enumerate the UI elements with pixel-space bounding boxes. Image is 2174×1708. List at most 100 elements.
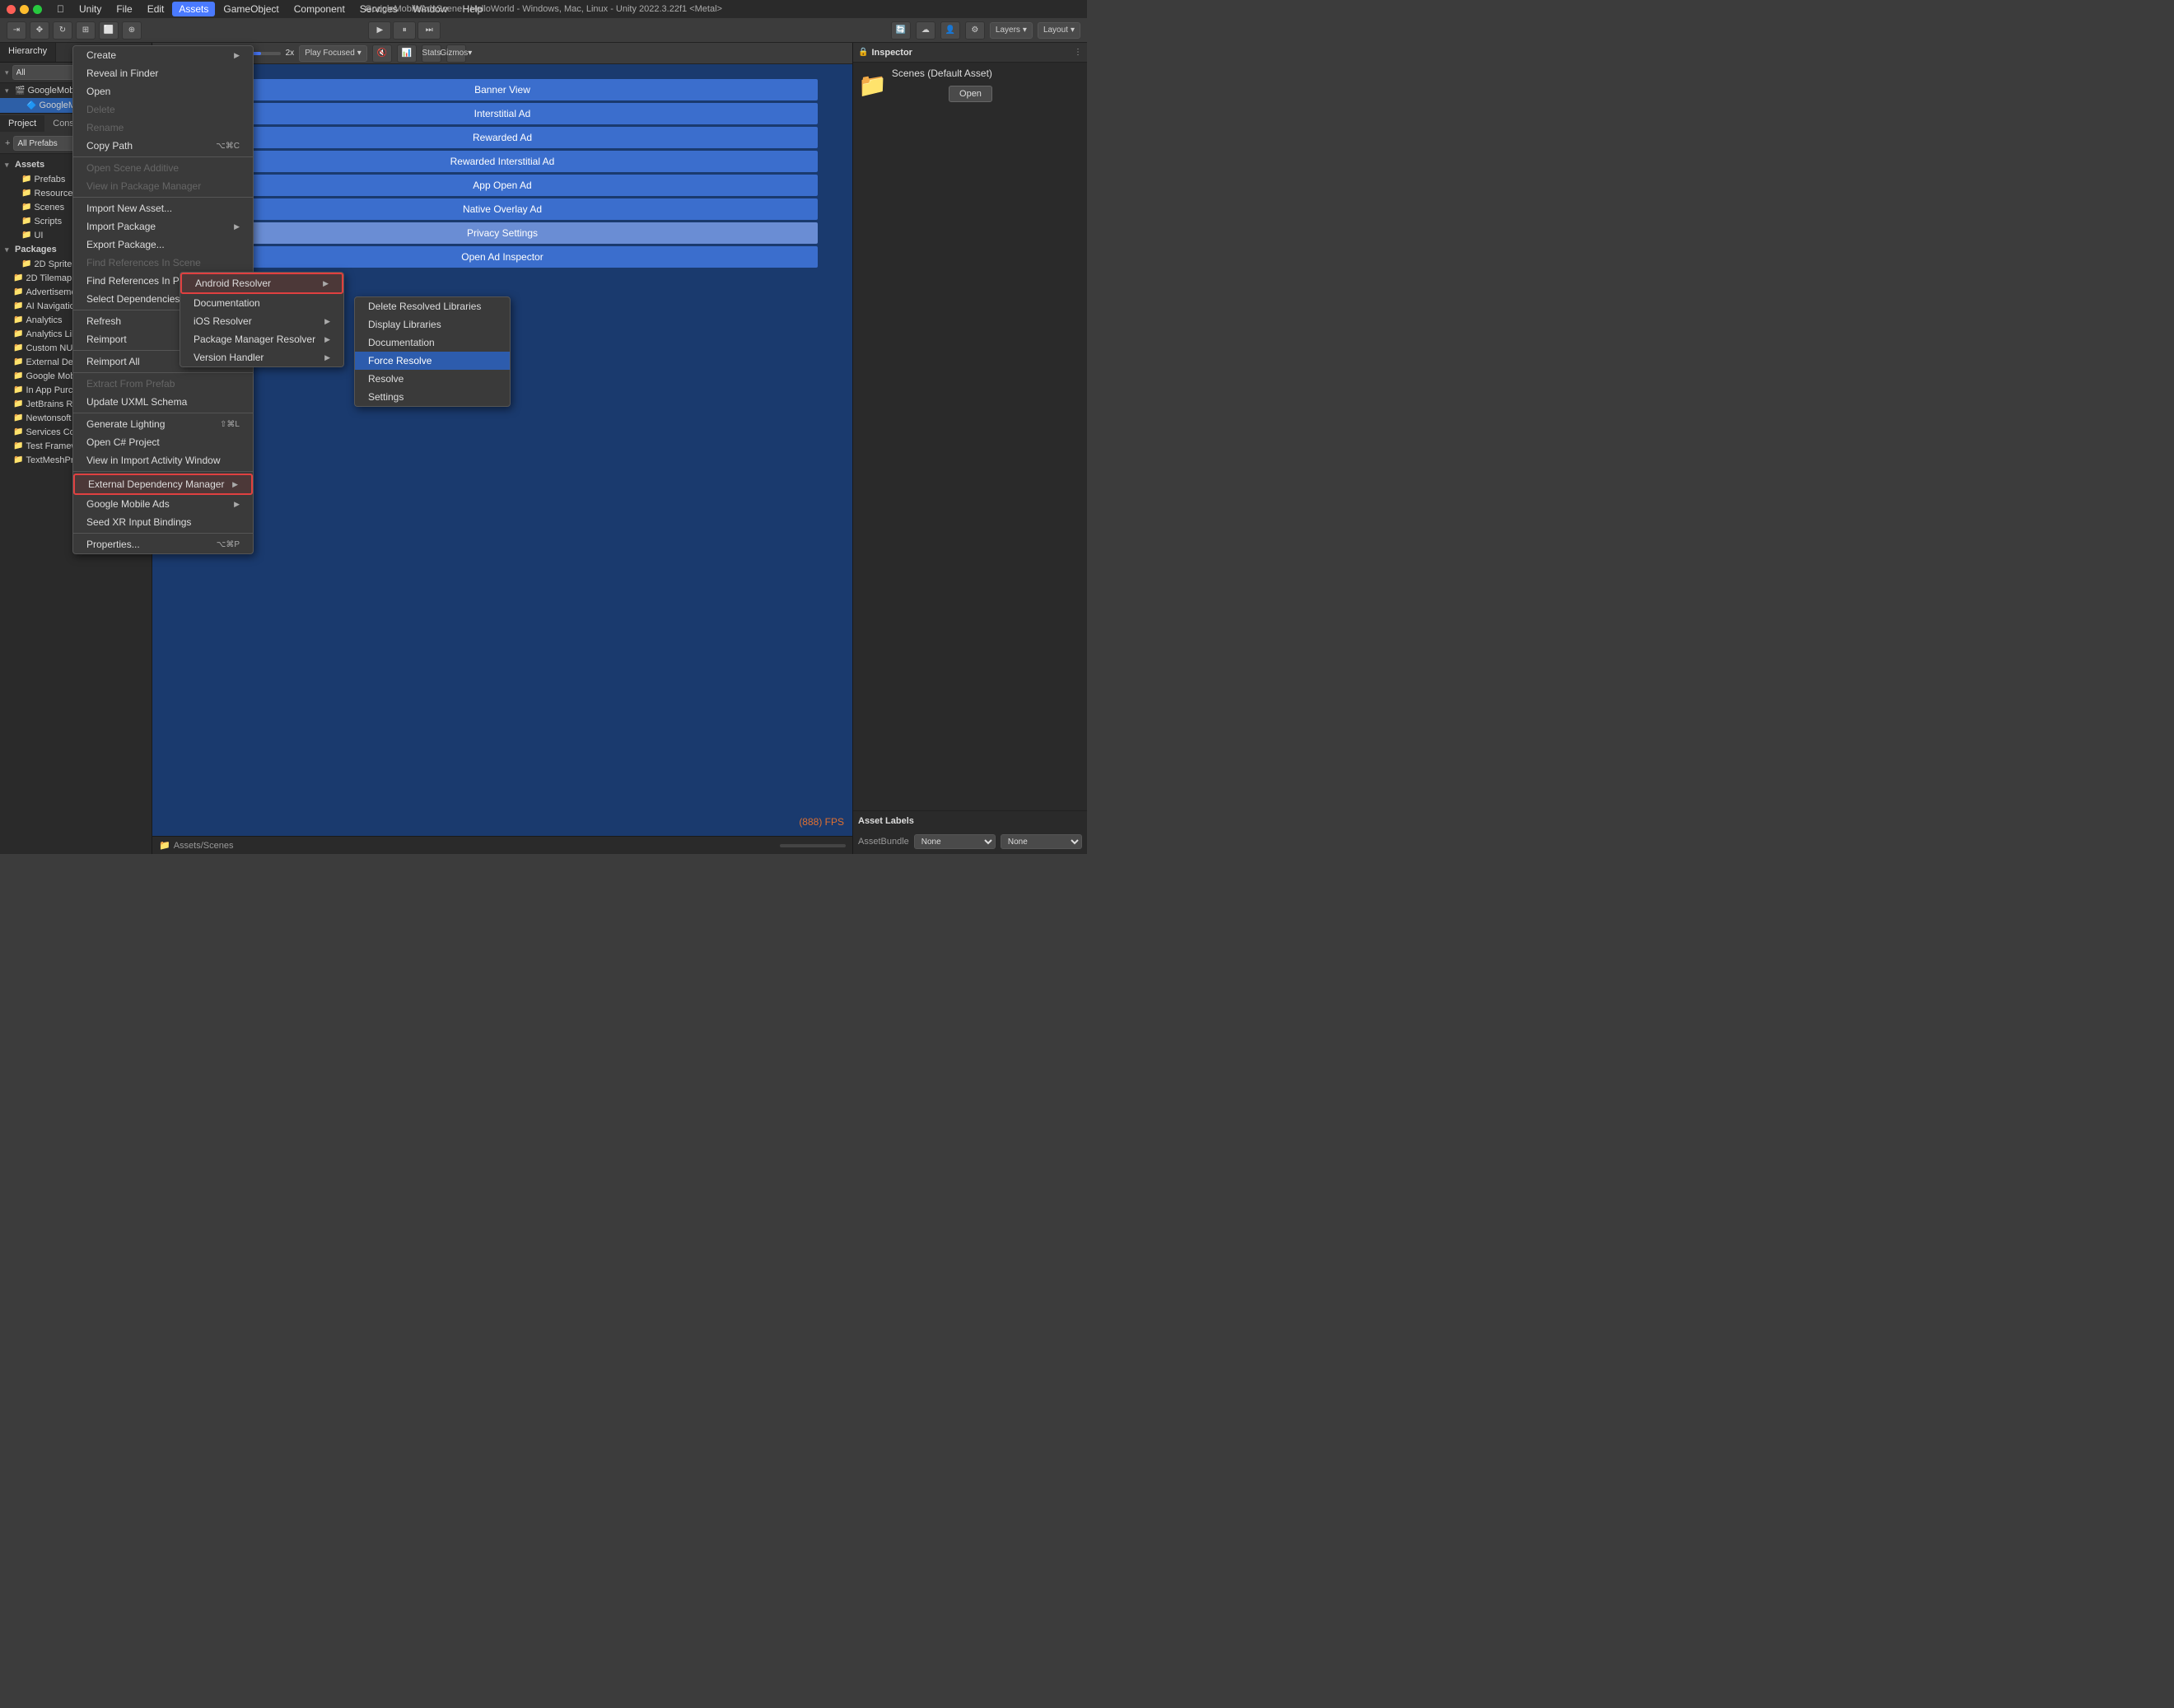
- layout-dropdown[interactable]: Layout ▾: [1038, 22, 1080, 39]
- viewport-area: Aspect ▾ Scale 2x Play Focused ▾ 🔇 📊 Sta…: [152, 43, 852, 854]
- toolbar-transform-btn[interactable]: ⇥: [7, 21, 26, 40]
- cm-gma[interactable]: Google Mobile Ads ▶: [73, 495, 253, 513]
- menu-file[interactable]: File: [110, 2, 138, 16]
- pkg-icon: 📁: [13, 343, 23, 352]
- cloud-btn[interactable]: ☁: [916, 21, 935, 40]
- tab-hierarchy[interactable]: Hierarchy: [0, 43, 56, 62]
- asset-bundle-select[interactable]: None: [914, 834, 996, 849]
- cm-create[interactable]: Create ▶: [73, 46, 253, 64]
- ext-dep-submenu[interactable]: Android Resolver ▶ Documentation iOS Res…: [180, 272, 344, 367]
- copy-path-shortcut: ⌥⌘C: [216, 142, 240, 151]
- menu-component[interactable]: Component: [287, 2, 352, 16]
- cm-copy-path[interactable]: Copy Path ⌥⌘C: [73, 137, 253, 155]
- cm-import-package[interactable]: Import Package ▶: [73, 217, 253, 236]
- cm-update-uxml[interactable]: Update UXML Schema: [73, 393, 253, 411]
- cm-ext-dep-manager[interactable]: External Dependency Manager ▶: [73, 474, 253, 495]
- account-btn[interactable]: 👤: [940, 21, 960, 40]
- privacy-settings-btn[interactable]: Privacy Settings: [188, 222, 818, 244]
- cm-export-package[interactable]: Export Package...: [73, 236, 253, 254]
- current-path: Assets/Scenes: [174, 841, 234, 851]
- packages-arrow: ▾: [5, 245, 15, 254]
- rewarded-interstitial-btn[interactable]: Rewarded Interstitial Ad: [188, 151, 818, 172]
- asset-bundle-variant-select[interactable]: None: [1001, 834, 1082, 849]
- stats-toggle[interactable]: Stats: [422, 44, 441, 63]
- scenes-folder-icon: 📁: [21, 203, 31, 212]
- android-resolver-submenu[interactable]: Delete Resolved Libraries Display Librar…: [354, 296, 511, 407]
- toolbar-mixed-btn[interactable]: ⊕: [122, 21, 142, 40]
- toolbar-rect-btn[interactable]: ⬜: [99, 21, 119, 40]
- asset-labels-title: Asset Labels: [858, 816, 1082, 826]
- tab-project[interactable]: Project: [0, 115, 44, 132]
- cm-ios-resolver[interactable]: iOS Resolver ▶: [180, 312, 343, 330]
- ext-dep-arrow: ▶: [232, 480, 238, 489]
- cm-view-import-activity[interactable]: View in Import Activity Window: [73, 451, 253, 469]
- settings-btn[interactable]: ⚙: [965, 21, 985, 40]
- cm-open-scene-additive: Open Scene Additive: [73, 159, 253, 177]
- cm-force-resolve[interactable]: Force Resolve: [355, 352, 510, 370]
- scene-asset-header: 📁 Scenes (Default Asset) Open: [858, 68, 1082, 102]
- menu-gameobject[interactable]: GameObject: [217, 2, 285, 16]
- gizmos-dropdown[interactable]: Gizmos ▾: [446, 44, 466, 63]
- cm-android-resolver[interactable]: Android Resolver ▶: [180, 273, 343, 294]
- play-focused-dropdown[interactable]: Play Focused ▾: [299, 45, 367, 62]
- maximize-button[interactable]: [33, 5, 42, 14]
- scene-asset-name: Scenes (Default Asset): [892, 68, 992, 79]
- cm-view-pkg-manager: View in Package Manager: [73, 177, 253, 195]
- cm-android-documentation[interactable]: Documentation: [355, 334, 510, 352]
- cm-display-libraries[interactable]: Display Libraries: [355, 315, 510, 334]
- cm-reveal-finder[interactable]: Reveal in Finder: [73, 64, 253, 82]
- layers-dropdown[interactable]: Layers ▾: [990, 22, 1033, 39]
- toolbar-move-btn[interactable]: ✥: [30, 21, 49, 40]
- play-button[interactable]: ▶: [368, 21, 391, 40]
- layout-arrow: ▾: [1071, 26, 1075, 35]
- collab-btn[interactable]: 🔄: [891, 21, 911, 40]
- cm-delete-resolved-libs[interactable]: Delete Resolved Libraries: [355, 297, 510, 315]
- packages-label: Packages: [15, 245, 57, 254]
- zoom-slider[interactable]: [780, 844, 846, 847]
- ios-resolver-arrow: ▶: [324, 317, 330, 326]
- gen-lighting-shortcut: ⇧⌘L: [220, 420, 240, 429]
- menu-apple[interactable]: : [50, 2, 71, 16]
- menu-assets[interactable]: Assets: [172, 2, 215, 16]
- cm-generate-lighting[interactable]: Generate Lighting ⇧⌘L: [73, 415, 253, 433]
- rewarded-btn[interactable]: Rewarded Ad: [188, 127, 818, 148]
- toolbar-scale-btn[interactable]: ⊞: [76, 21, 96, 40]
- cm-properties[interactable]: Properties... ⌥⌘P: [73, 535, 253, 553]
- add-asset-btn[interactable]: +: [5, 138, 10, 148]
- open-scene-btn[interactable]: Open: [949, 86, 992, 102]
- cm-settings[interactable]: Settings: [355, 388, 510, 406]
- cm-open[interactable]: Open: [73, 82, 253, 100]
- menu-unity[interactable]: Unity: [72, 2, 108, 16]
- title-bar:  Unity File Edit Assets GameObject Comp…: [0, 0, 1087, 18]
- pkg-icon: 📁: [13, 273, 23, 282]
- scripts-label: Scripts: [34, 217, 62, 226]
- minimize-button[interactable]: [20, 5, 29, 14]
- create-arrow: ▶: [234, 51, 240, 60]
- cm-resolve[interactable]: Resolve: [355, 370, 510, 388]
- close-button[interactable]: [7, 5, 16, 14]
- interstitial-btn[interactable]: Interstitial Ad: [188, 103, 818, 124]
- cm-import-new-asset[interactable]: Import New Asset...: [73, 199, 253, 217]
- open-ad-inspector-btn[interactable]: Open Ad Inspector: [188, 246, 818, 268]
- toolbar-rotate-btn[interactable]: ↻: [53, 21, 72, 40]
- menu-edit[interactable]: Edit: [141, 2, 171, 16]
- inspector-lock-icon[interactable]: 🔒: [858, 48, 868, 57]
- cm-extract-prefab: Extract From Prefab: [73, 375, 253, 393]
- banner-view-btn[interactable]: Banner View: [188, 79, 818, 100]
- cm-pkg-manager-resolver[interactable]: Package Manager Resolver ▶: [180, 330, 343, 348]
- native-overlay-btn[interactable]: Native Overlay Ad: [188, 198, 818, 220]
- pause-button[interactable]: ⏸: [393, 21, 416, 40]
- inspector-more-icon[interactable]: ⋮: [1074, 48, 1082, 57]
- pkg-icon: 📁: [13, 371, 23, 380]
- cm-seed-xr[interactable]: Seed XR Input Bindings: [73, 513, 253, 531]
- cm-version-handler[interactable]: Version Handler ▶: [180, 348, 343, 366]
- cm-ext-documentation[interactable]: Documentation: [180, 294, 343, 312]
- step-button[interactable]: ⏭: [418, 21, 441, 40]
- vsync-btn[interactable]: 📊: [397, 44, 417, 63]
- app-open-btn[interactable]: App Open Ad: [188, 175, 818, 196]
- layout-label: Layout: [1043, 26, 1068, 35]
- cm-rename: Rename: [73, 119, 253, 137]
- cm-open-csharp[interactable]: Open C# Project: [73, 433, 253, 451]
- mute-btn[interactable]: 🔇: [372, 44, 392, 63]
- pkg-icon: 📁: [13, 399, 23, 408]
